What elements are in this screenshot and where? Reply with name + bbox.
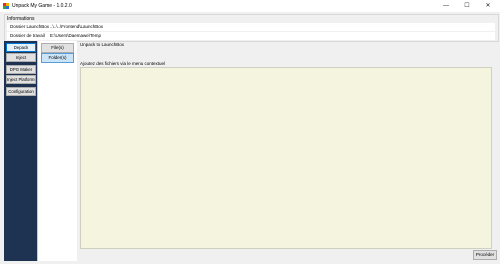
file-drop-list[interactable] <box>80 67 492 249</box>
content-title: Unpack to LaunchBox <box>80 42 125 47</box>
close-button[interactable]: ✕ <box>479 1 497 11</box>
subtab-panel: File(s) Folder(s) <box>38 41 77 261</box>
sidebar-item-depack[interactable]: Depack <box>6 43 36 52</box>
launchbox-folder-value: ..\..\..\Frontend\LaunchBox <box>50 24 104 29</box>
sidebar-item-configuration[interactable]: Configuration <box>6 87 36 96</box>
sidebar-item-inject[interactable]: Inject <box>6 53 36 62</box>
app-logo-icon <box>3 3 9 9</box>
info-group: Informations Dossier LaunchBox ..\..\..\… <box>4 14 499 42</box>
work-folder-label: Dossier de travail <box>10 33 45 38</box>
tab-folders[interactable]: Folder(s) <box>41 53 74 63</box>
info-row-launchbox: Dossier LaunchBox ..\..\..\Frontend\Laun… <box>7 23 495 31</box>
process-button[interactable]: Procéder <box>473 250 497 260</box>
info-group-title: Informations <box>7 16 35 22</box>
minimize-button[interactable]: — <box>437 1 455 11</box>
info-row-workdir: Dossier de travail E:\Users\Daemawe\Temp <box>7 32 495 40</box>
sidebar-item-dpg-maker[interactable]: DPG Maker <box>6 65 36 74</box>
window-title: Unpack My Game - 1.0.2.0 <box>12 3 72 9</box>
sidebar-item-inject-platforms[interactable]: Inject Platforms <box>6 75 36 84</box>
title-bar: Unpack My Game - 1.0.2.0 — ☐ ✕ <box>0 0 500 12</box>
work-folder-value: E:\Users\Daemawe\Temp <box>50 33 102 38</box>
tab-files[interactable]: File(s) <box>41 43 74 53</box>
sidebar: Depack Inject DPG Maker Inject Platforms… <box>4 41 37 261</box>
launchbox-folder-label: Dossier LaunchBox <box>10 24 50 29</box>
maximize-button[interactable]: ☐ <box>458 1 476 11</box>
drop-hint: Ajoutez des fichiers via le menu context… <box>80 61 166 66</box>
